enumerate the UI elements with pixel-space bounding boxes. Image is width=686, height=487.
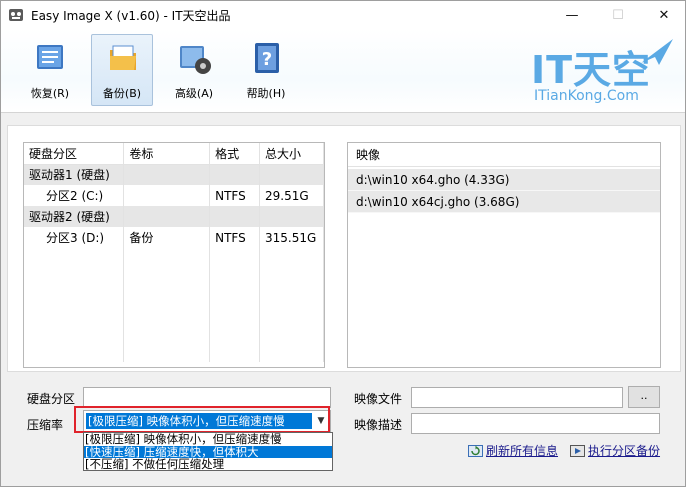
app-icon (9, 9, 23, 21)
run-backup-link[interactable]: 执行分区备份 (570, 442, 660, 459)
table-cell: 315.51G (259, 227, 324, 248)
compression-option[interactable]: [极限压缩] 映像体积小，但压缩速度慢 (84, 433, 332, 446)
svg-text:?: ? (262, 49, 272, 70)
restore-button[interactable]: 恢复(R) (19, 34, 81, 106)
minimize-button[interactable]: — (549, 1, 595, 29)
table-cell (209, 206, 261, 227)
restore-icon (37, 45, 63, 69)
image-list-item[interactable]: d:\win10 x64.gho (4.33G) (348, 169, 660, 191)
logo-url: ITianKong.Com (534, 88, 639, 104)
column-header-size[interactable]: 总大小 (259, 143, 324, 165)
compression-highlight-box (74, 406, 330, 433)
compression-dropdown[interactable]: [极限压缩] 映像体积小，但压缩速度慢 [快速压缩] 压缩速度快，但体积大 [不… (83, 432, 333, 471)
close-button[interactable]: ✕ (641, 1, 685, 29)
window-title: Easy Image X (v1.60) - IT天空出品 (31, 9, 231, 23)
partition-table: 硬盘分区 卷标 格式 总大小 驱动器1 (硬盘) 分区2 (C:) NTFS 2… (24, 143, 324, 362)
close-icon: ✕ (658, 7, 670, 23)
image-list[interactable]: 映像 d:\win10 x64.gho (4.33G) d:\win10 x64… (347, 142, 661, 368)
table-cell (259, 206, 324, 227)
image-file-label: 映像文件 (354, 392, 403, 406)
table-cell (209, 164, 261, 185)
advanced-label: 高级(A) (174, 87, 214, 100)
partition-row[interactable]: 分区3 (D:) 备份 NTFS 315.51G (24, 227, 324, 248)
partition-field[interactable] (83, 387, 331, 408)
image-desc-field[interactable] (411, 413, 660, 434)
drive-row[interactable]: 驱动器1 (硬盘) (24, 164, 324, 185)
help-icon: ? (255, 43, 279, 73)
table-cell: NTFS (209, 185, 261, 206)
column-header-partition[interactable]: 硬盘分区 (24, 143, 125, 165)
advanced-button[interactable]: 高级(A) (163, 34, 225, 106)
help-label: 帮助(H) (246, 87, 286, 100)
column-header-label[interactable]: 卷标 (123, 143, 211, 165)
run-backup-label: 执行分区备份 (588, 444, 661, 458)
backup-button[interactable]: 备份(B) (91, 34, 153, 106)
image-column-header[interactable]: 映像 (348, 143, 660, 167)
help-button[interactable]: ? 帮助(H) (235, 34, 297, 106)
app-window: Easy Image X (v1.60) - IT天空出品 — ☐ ✕ 恢复(R… (0, 0, 686, 487)
compression-option[interactable]: [快速压缩] 压缩速度快，但体积大 (84, 445, 332, 458)
logo-title: IT天空 (531, 48, 652, 92)
compression-option[interactable]: [不压缩] 不做任何压缩处理 (84, 458, 332, 471)
column-header-format[interactable]: 格式 (209, 143, 261, 165)
maximize-icon: ☐ (612, 7, 624, 23)
partition-field-label: 硬盘分区 (27, 392, 76, 406)
minimize-icon: — (565, 7, 579, 23)
browse-button[interactable]: .. (628, 386, 660, 408)
refresh-icon (468, 444, 483, 457)
partition-list[interactable]: 硬盘分区 卷标 格式 总大小 驱动器1 (硬盘) 分区2 (C:) NTFS 2… (23, 142, 325, 368)
refresh-link-label: 刷新所有信息 (486, 444, 559, 458)
image-desc-label: 映像描述 (354, 418, 403, 432)
table-cell: 备份 (123, 227, 211, 248)
backup-label: 备份(B) (102, 87, 142, 100)
compression-field-label: 压缩率 (27, 418, 64, 432)
image-file-field[interactable] (411, 387, 623, 408)
maximize-button: ☐ (595, 1, 641, 29)
table-cell (123, 164, 211, 185)
table-cell: 分区2 (C:) (24, 185, 125, 206)
table-cell: 分区3 (D:) (24, 227, 125, 248)
table-cell (259, 164, 324, 185)
table-cell: 驱动器2 (硬盘) (24, 206, 125, 227)
table-cell (123, 206, 211, 227)
drive-row[interactable]: 驱动器2 (硬盘) (24, 206, 324, 227)
partition-row[interactable]: 分区2 (C:) NTFS 29.51G (24, 185, 324, 206)
restore-label: 恢复(R) (30, 87, 70, 100)
empty-row (24, 248, 324, 362)
table-cell: 29.51G (259, 185, 324, 206)
table-cell: NTFS (209, 227, 261, 248)
logo-plane-icon (641, 39, 673, 65)
table-cell: 驱动器1 (硬盘) (24, 164, 125, 185)
partition-header-row: 硬盘分区 卷标 格式 总大小 (24, 143, 324, 165)
table-cell (123, 185, 211, 206)
toolbar-banner: 恢复(R) 备份(B) 高级(A) ? 帮助(H) IT天空 ITianKong… (1, 29, 685, 113)
refresh-link[interactable]: 刷新所有信息 (468, 442, 558, 459)
title-bar: Easy Image X (v1.60) - IT天空出品 — ☐ ✕ (1, 1, 685, 29)
backup-icon (110, 45, 136, 70)
advanced-icon (180, 46, 211, 74)
run-icon (570, 444, 585, 457)
image-list-item[interactable]: d:\win10 x64cj.gho (3.68G) (348, 191, 660, 213)
